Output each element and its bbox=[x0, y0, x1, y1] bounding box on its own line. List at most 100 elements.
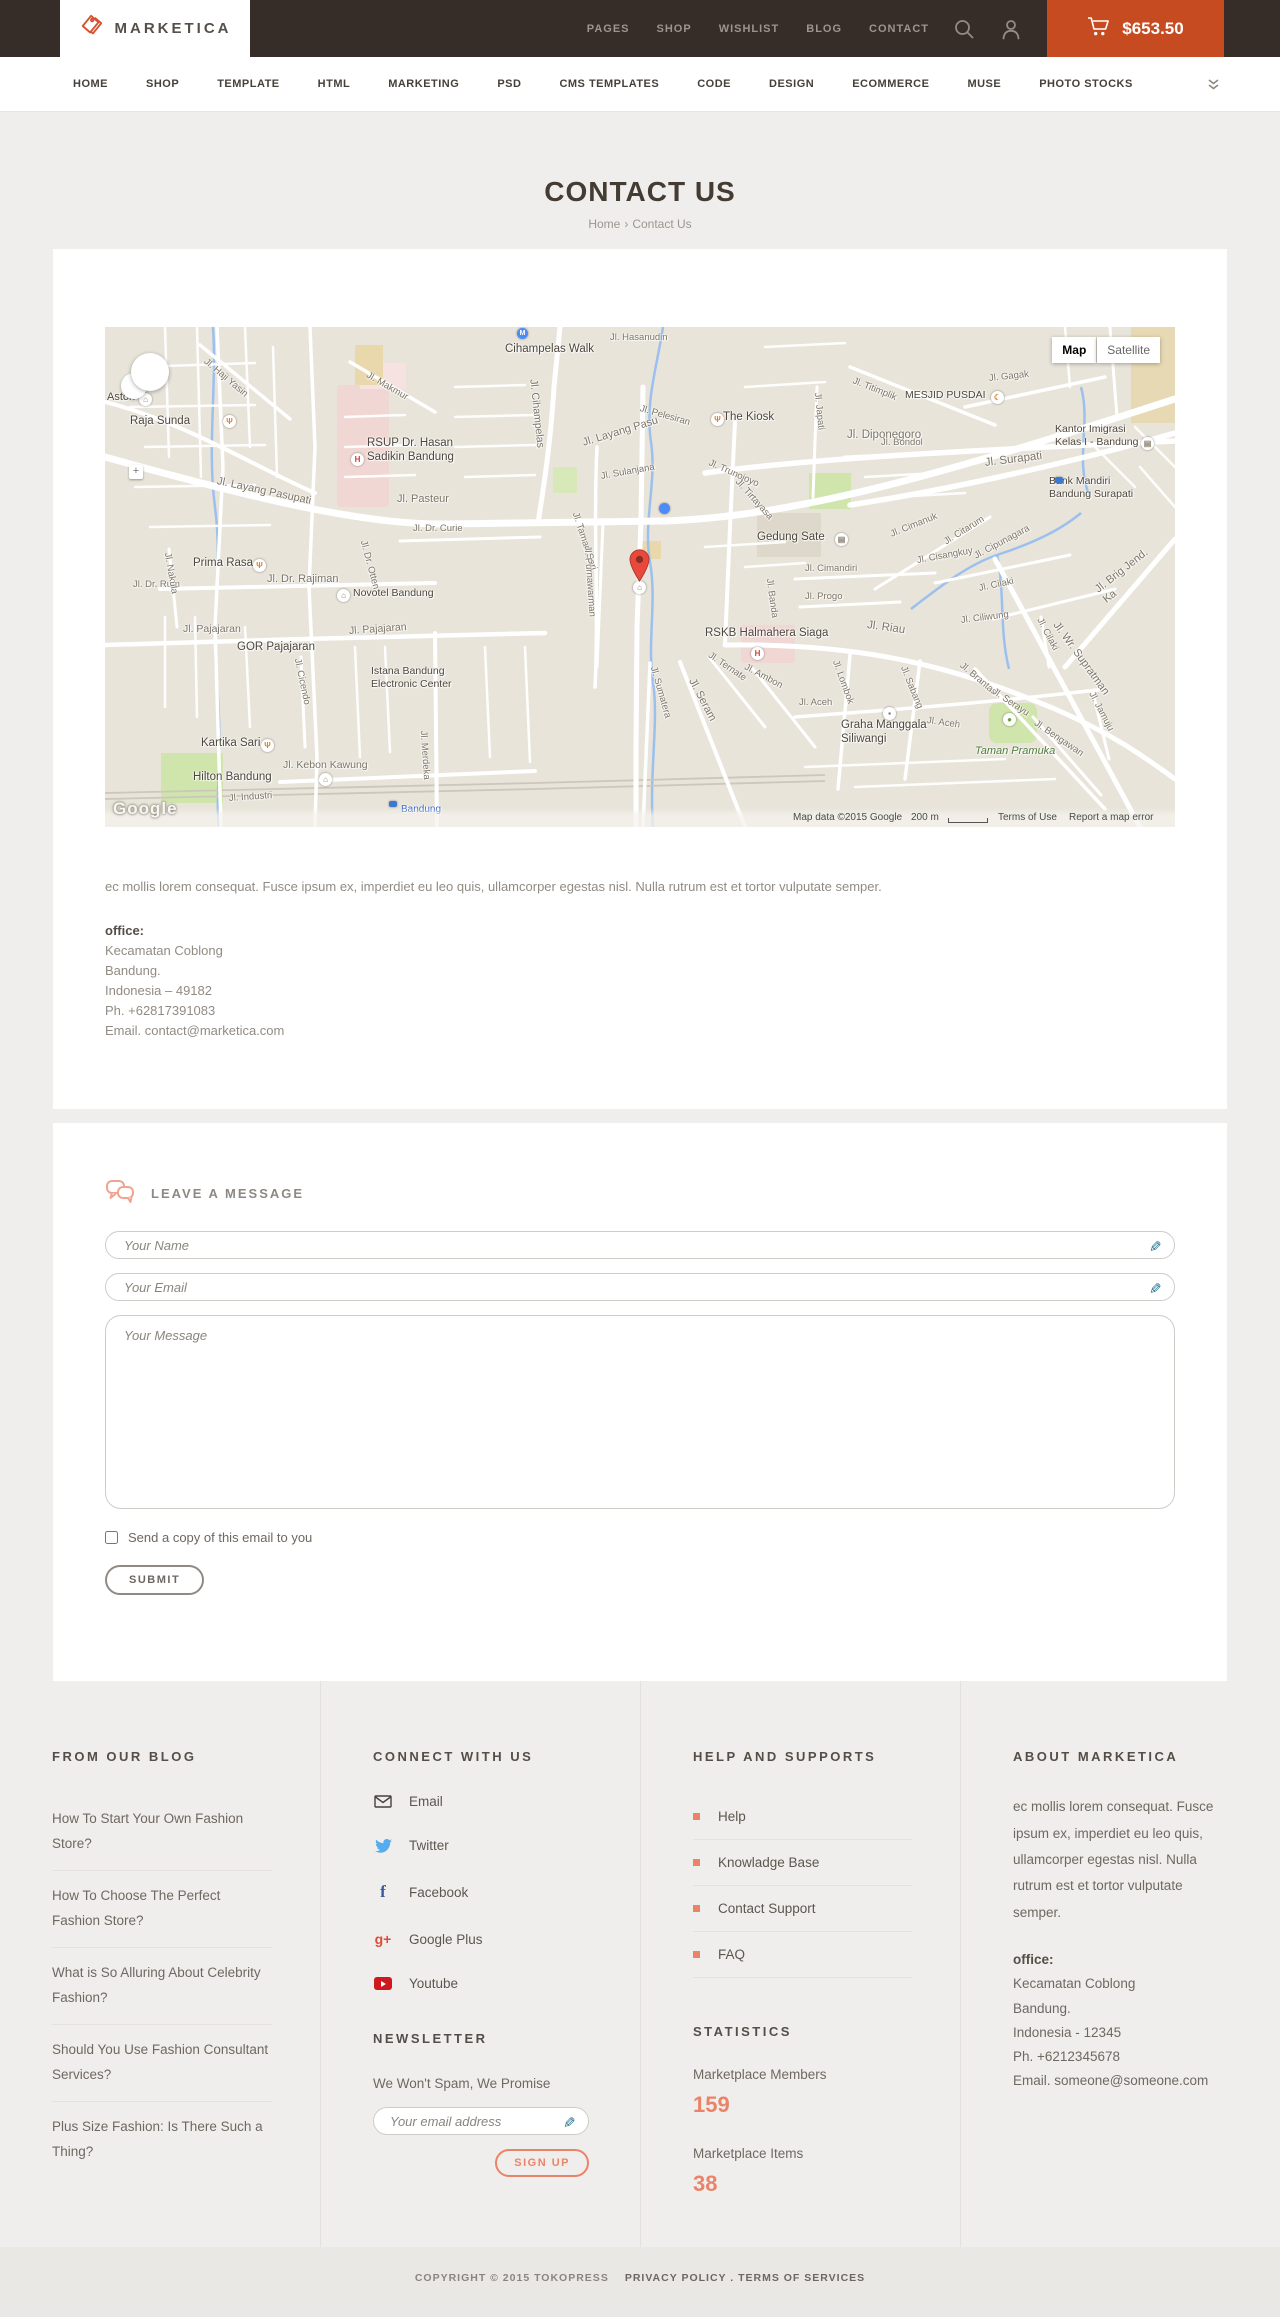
category-nav-link[interactable]: SHOP bbox=[146, 78, 179, 90]
footer-connect-column: CONNECT WITH US Email Twitter f Facebook… bbox=[320, 1681, 640, 2248]
contact-card: Cihampelas Walk Jl. Hasanudin Aston Raja Su… bbox=[53, 249, 1227, 1110]
map-pan-control[interactable] bbox=[131, 353, 169, 391]
pan-left-arrow[interactable] bbox=[137, 368, 145, 376]
pan-up-arrow[interactable] bbox=[146, 359, 154, 367]
logo[interactable]: MARKETICA bbox=[60, 0, 250, 57]
report-map-error-link[interactable]: Report a map error bbox=[1069, 812, 1153, 823]
category-nav-link[interactable]: MARKETING bbox=[388, 78, 459, 90]
newsletter-tagline: We Won't Spam, We Promise bbox=[373, 2076, 551, 2092]
top-nav-link[interactable]: WISHLIST bbox=[719, 23, 780, 35]
help-heading: HELP AND SUPPORTS bbox=[693, 1749, 877, 1765]
pan-down-arrow[interactable] bbox=[146, 377, 154, 385]
map-poi-icon: Ψ bbox=[261, 739, 274, 752]
office-label: office: bbox=[105, 922, 144, 938]
search-icon[interactable] bbox=[953, 0, 975, 57]
contact-intro-text: ec mollis lorem consequat. Fusce ipsum e… bbox=[105, 879, 882, 894]
terms-of-use-link[interactable]: Terms of Use bbox=[998, 812, 1057, 823]
category-nav-link[interactable]: MUSE bbox=[967, 78, 1001, 90]
connect-twitter-link[interactable]: Twitter bbox=[373, 1838, 592, 1853]
category-nav-link[interactable]: ECOMMERCE bbox=[852, 78, 929, 90]
pan-right-arrow[interactable] bbox=[155, 368, 163, 376]
map-label: Jl. Bondol bbox=[881, 437, 923, 448]
statistics-heading: STATISTICS bbox=[693, 2024, 792, 2040]
map-label: Hilton Bandung bbox=[193, 771, 272, 783]
twitter-icon bbox=[373, 1838, 393, 1853]
map-poi-icon: H bbox=[751, 647, 764, 660]
email-icon bbox=[373, 1795, 393, 1809]
google-logo[interactable]: Google bbox=[113, 799, 178, 819]
about-heading: ABOUT MARKETICA bbox=[1013, 1749, 1179, 1765]
pencil-icon: ✎ bbox=[1149, 1281, 1162, 1299]
help-link[interactable]: Help bbox=[693, 1794, 912, 1841]
map-poi-icon: ▪ bbox=[883, 707, 896, 720]
category-nav-link[interactable]: CMS TEMPLATES bbox=[559, 78, 659, 90]
map-label: MESJID PUSDAI bbox=[905, 389, 986, 401]
map-type-satellite-button[interactable]: Satellite bbox=[1097, 337, 1160, 363]
office-line: Ph. +6212345678 bbox=[1013, 2049, 1120, 2065]
chevron-down-icon[interactable] bbox=[1207, 78, 1220, 90]
top-nav-link[interactable]: SHOP bbox=[657, 23, 692, 35]
footer-help-column: HELP AND SUPPORTS Help Knowladge Base Co… bbox=[640, 1681, 960, 2248]
map-label: RSUP Dr. Hasan Sadikin Bandung bbox=[367, 437, 454, 463]
google-plus-icon: g+ bbox=[374, 1931, 392, 1948]
map-type-map-button[interactable]: Map bbox=[1052, 337, 1097, 363]
newsletter-email-input[interactable] bbox=[373, 2107, 589, 2136]
tag-icon bbox=[79, 13, 105, 44]
category-nav-link[interactable]: TEMPLATE bbox=[217, 78, 279, 90]
top-nav-link[interactable]: PAGES bbox=[587, 23, 630, 35]
blog-post-link[interactable]: How To Choose The Perfect Fashion Store? bbox=[52, 1870, 272, 1947]
office-line: Kecamatan Coblong bbox=[105, 942, 223, 958]
connect-facebook-link[interactable]: f Facebook bbox=[373, 1882, 592, 1902]
category-nav-link[interactable]: PSD bbox=[497, 78, 521, 90]
cart-button[interactable]: $653.50 bbox=[1047, 0, 1224, 57]
category-nav-link[interactable]: CODE bbox=[697, 78, 731, 90]
page-title: CONTACT US bbox=[544, 176, 736, 207]
connect-label: Google Plus bbox=[409, 1931, 483, 1947]
category-nav-link[interactable]: PHOTO STOCKS bbox=[1039, 78, 1133, 90]
map-poi-icon bbox=[659, 503, 670, 514]
send-copy-checkbox[interactable] bbox=[105, 1531, 118, 1545]
map-label: Cihampelas Walk bbox=[505, 343, 595, 355]
map-marker-pin[interactable] bbox=[629, 549, 650, 587]
signup-button[interactable]: SIGN UP bbox=[495, 2149, 589, 2178]
office-label: office: bbox=[1013, 1951, 1054, 1967]
pencil-icon: ✎ bbox=[563, 2115, 576, 2133]
map-label: Jl. Pasteur bbox=[397, 493, 449, 505]
about-office-block: office: Kecamatan Coblong Bandung. Indones… bbox=[1013, 1948, 1232, 2094]
message-textarea[interactable] bbox=[105, 1315, 1175, 1510]
blog-post-link[interactable]: What is So Alluring About Celebrity Fash… bbox=[52, 1947, 272, 2024]
map-poi-icon: Ψ bbox=[711, 413, 724, 426]
office-line: Email. contact@marketica.com bbox=[105, 1023, 285, 1039]
category-nav-link[interactable]: DESIGN bbox=[769, 78, 814, 90]
breadcrumb: Home › Contact Us bbox=[0, 217, 1280, 231]
office-line: Bandung. bbox=[105, 962, 161, 978]
email-input[interactable] bbox=[105, 1273, 1175, 1302]
blog-post-link[interactable]: Should You Use Fashion Consultant Servic… bbox=[52, 2024, 272, 2101]
breadcrumb-home[interactable]: Home bbox=[588, 217, 620, 231]
name-input[interactable] bbox=[105, 1231, 1175, 1260]
connect-email-link[interactable]: Email bbox=[373, 1794, 592, 1809]
connect-googleplus-link[interactable]: g+ Google Plus bbox=[373, 1931, 592, 1947]
help-link[interactable]: FAQ bbox=[693, 1932, 912, 1979]
map-poi-icon: ☾ bbox=[991, 391, 1004, 404]
help-link[interactable]: Knowladge Base bbox=[693, 1840, 912, 1887]
top-nav-link[interactable]: BLOG bbox=[806, 23, 842, 35]
google-map[interactable]: Cihampelas Walk Jl. Hasanudin Aston Raja Su… bbox=[105, 327, 1175, 827]
stat-label: Marketplace Items bbox=[693, 2146, 804, 2162]
map-poi-icon: ⌂ bbox=[337, 589, 350, 602]
copyright-links[interactable]: PRIVACY POLICY . TERMS OF SERVICES bbox=[625, 2272, 865, 2284]
help-link[interactable]: Contact Support bbox=[693, 1886, 912, 1933]
top-nav-link[interactable]: CONTACT bbox=[869, 23, 929, 35]
account-icon[interactable] bbox=[1001, 0, 1021, 57]
zoom-in-button[interactable]: + bbox=[129, 465, 143, 479]
map-label: Gedung Sate bbox=[757, 531, 825, 543]
blog-post-link[interactable]: How To Start Your Own Fashion Store? bbox=[52, 1794, 272, 1870]
connect-youtube-link[interactable]: Youtube bbox=[373, 1976, 592, 1991]
category-nav-link[interactable]: HTML bbox=[318, 78, 351, 90]
map-label: Jl. Hasanudin bbox=[610, 332, 668, 343]
category-nav-link[interactable]: HOME bbox=[73, 78, 108, 90]
about-text: ec mollis lorem consequat. Fusce ipsum e… bbox=[1013, 1799, 1214, 1920]
submit-button[interactable]: SUBMIT bbox=[105, 1565, 205, 1596]
blog-post-link[interactable]: Plus Size Fashion: Is There Such a Thing… bbox=[52, 2101, 272, 2178]
map-poi-icon bbox=[1055, 477, 1063, 483]
